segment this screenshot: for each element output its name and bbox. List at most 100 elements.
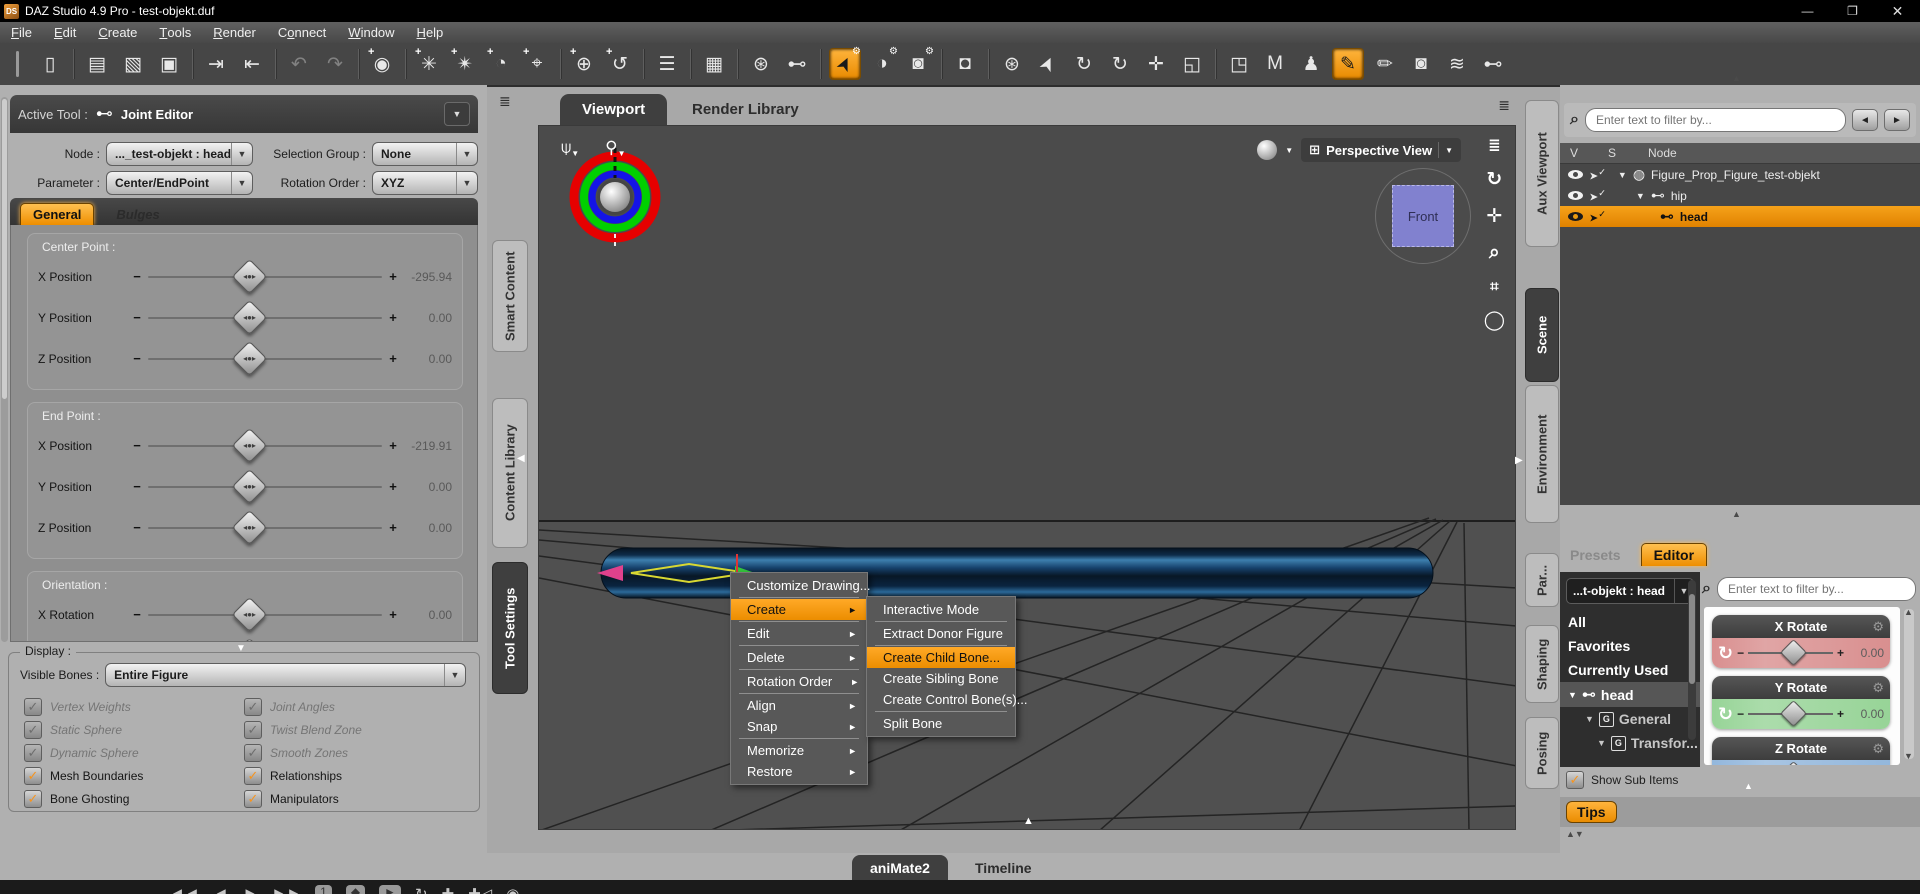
tab-viewport[interactable]: Viewport — [560, 94, 668, 125]
dial-decrement[interactable]: − — [1737, 646, 1744, 660]
left-pane-scrollbar-thumb[interactable] — [2, 99, 7, 399]
geometry-editor-icon[interactable]: ✏ — [1370, 49, 1400, 79]
merge-file-icon[interactable]: ▧ — [118, 49, 148, 79]
menu-file[interactable]: File — [0, 22, 43, 43]
menu-item-memorize[interactable]: Memorize ► — [731, 740, 867, 761]
menu-item-rotation-order[interactable]: Rotation Order ► — [731, 671, 867, 692]
editor-nav-scrollbar[interactable] — [1688, 580, 1696, 740]
menu-window[interactable]: Window — [337, 22, 405, 43]
undo-icon[interactable]: ↶ — [284, 49, 314, 79]
redo-icon[interactable]: ↷ — [320, 49, 350, 79]
filter-back-button[interactable]: ◄ — [1852, 109, 1878, 131]
checkbox-icon[interactable]: ✓ — [24, 789, 42, 808]
dial-handle[interactable] — [1779, 700, 1807, 727]
slider-handle[interactable]: ◂●▸ — [231, 468, 268, 504]
tab-scene[interactable]: Scene — [1525, 288, 1559, 382]
pointer-tool-icon[interactable]: ➤ — [1033, 49, 1063, 79]
pin-icon[interactable]: ⚲▼ — [605, 138, 625, 158]
dial-track[interactable] — [1748, 700, 1833, 727]
dial-increment[interactable]: + — [1837, 707, 1844, 721]
camera-view-dropdown[interactable]: ⊞ Perspective View ▼ — [1301, 138, 1461, 162]
slider-increment[interactable]: + — [386, 351, 400, 366]
scene-node-figure_prop_figure_test-objekt[interactable]: ➤✓ ▼ ◍ Figure_Prop_Figure_test-objekt — [1560, 164, 1920, 185]
editor-nav-transfor[interactable]: ▼ G Transfor... — [1560, 731, 1700, 755]
editor-filter-input[interactable] — [1716, 577, 1916, 601]
figure-setup-icon[interactable]: ♟ — [1296, 49, 1326, 79]
collapse-left-arrow-icon[interactable]: ◀ — [517, 453, 525, 464]
translate-tool-icon[interactable]: ✛ — [1141, 49, 1171, 79]
rotation-order-dropdown[interactable]: XYZ ▼ — [372, 171, 478, 195]
add-audio-icon[interactable]: ✚◁ — [468, 885, 492, 894]
filter-forward-button[interactable]: ► — [1884, 109, 1910, 131]
left-pane-scrollbar[interactable] — [1, 97, 8, 642]
menu-item-interactive-mode[interactable]: Interactive Mode — [867, 599, 1015, 620]
slider-decrement[interactable]: − — [130, 310, 144, 325]
slider-track[interactable]: ◂●▸ — [148, 340, 382, 376]
measure-tool-icon[interactable]: M — [1260, 49, 1290, 79]
menu-tools[interactable]: Tools — [148, 22, 202, 43]
node-selection-tool-icon[interactable]: ➤ ⚙ — [829, 46, 861, 80]
collapse-up-arrow-icon[interactable]: ▲ — [1744, 781, 1753, 791]
menu-item-split-bone[interactable]: Split Bone — [867, 713, 1015, 734]
slider-handle[interactable]: ◂●▸ — [231, 340, 268, 376]
menu-item-delete[interactable]: Delete ► — [731, 647, 867, 668]
pane-options-icon[interactable]: ≣ — [1498, 97, 1510, 114]
menu-help[interactable]: Help — [406, 22, 455, 43]
expand-icon[interactable]: ▼ — [1597, 738, 1606, 748]
tab-posing[interactable]: Posing — [1525, 717, 1559, 789]
frame-icon[interactable]: ⌗ — [1490, 278, 1498, 295]
reset-camera-icon[interactable]: ◯ — [1484, 309, 1505, 332]
import-icon[interactable]: ⇥ — [201, 49, 231, 79]
render-icon[interactable]: ◘ — [950, 49, 980, 79]
step-back-icon[interactable]: ◄ — [214, 885, 229, 894]
visibility-eye-icon[interactable] — [1568, 212, 1583, 221]
pixel-grid-icon[interactable]: ▦ — [699, 49, 729, 79]
viewport-sphere-icon[interactable]: ⊛ — [746, 49, 776, 79]
create-camera-icon[interactable]: ◉ + — [367, 46, 397, 79]
joint-editor-tool-icon[interactable]: ✎ — [1332, 48, 1364, 80]
view-cube-front-face[interactable]: Front — [1392, 185, 1454, 247]
minimize-button[interactable]: — — [1785, 0, 1830, 22]
parameter-dropdown[interactable]: Center/EndPoint ▼ — [106, 171, 253, 195]
checkbox-icon[interactable]: ✓ — [244, 789, 262, 808]
play-icon[interactable]: ► — [243, 885, 258, 894]
slider-track[interactable]: ◂●▸ — [148, 596, 382, 632]
slider-decrement[interactable]: − — [130, 269, 144, 284]
tab-general[interactable]: General — [20, 203, 95, 225]
visibility-eye-icon[interactable] — [1568, 191, 1583, 200]
dial-slider[interactable]: ↻ − +0.00 — [1712, 638, 1890, 668]
expand-icon[interactable]: ▼ — [1636, 191, 1645, 201]
tool-header-menu-button[interactable]: ▼ — [444, 102, 470, 126]
step-forward-icon[interactable]: ►► — [271, 885, 301, 894]
bone-pointer-icon[interactable]: ⊷ — [782, 49, 812, 79]
tab-aux-viewport[interactable]: Aux Viewport — [1525, 100, 1559, 247]
menu-edit[interactable]: Edit — [43, 22, 87, 43]
viewport-3d[interactable]: ⍦▼ ⚲▼ ▼ ⊞ Perspective View ▼ ≣ ↻ ✛ ⌕ ⌗ ◯… — [538, 125, 1516, 830]
slider-decrement[interactable]: − — [130, 520, 144, 535]
expand-icon[interactable]: ▼ — [1568, 690, 1577, 700]
tab-animate2[interactable]: aniMate2 — [852, 855, 948, 880]
menu-item-edit[interactable]: Edit ► — [731, 623, 867, 644]
chevron-down-icon[interactable]: ▼ — [1285, 146, 1293, 155]
selectable-cursor-icon[interactable]: ➤✓ — [1589, 167, 1606, 183]
show-sub-items-row[interactable]: ✓ Show Sub Items — [1560, 767, 1700, 793]
menu-item-snap[interactable]: Snap ► — [731, 716, 867, 737]
create-linear-light-icon[interactable]: ⌖ + — [522, 46, 552, 79]
add-icon[interactable]: ✚ — [442, 885, 455, 894]
checkbox-icon[interactable]: ✓ — [24, 766, 42, 785]
brush-tool-icon[interactable]: ≋ — [1442, 49, 1472, 79]
scale-tool-icon[interactable]: ◱ — [1177, 49, 1207, 79]
slider-track[interactable]: ◂●▸ — [148, 427, 382, 463]
editor-nav-general[interactable]: ▼ G General — [1560, 707, 1700, 731]
tab-smart-content[interactable]: Smart Content — [492, 240, 528, 352]
tab-shaping[interactable]: Shaping — [1525, 625, 1559, 703]
slider-decrement[interactable]: − — [130, 479, 144, 494]
visibility-eye-icon[interactable] — [1568, 170, 1583, 179]
menu-create[interactable]: Create — [87, 22, 148, 43]
node-dropdown[interactable]: ..._test-objekt : head ▼ — [106, 142, 253, 166]
tab-bulges[interactable]: Bulges — [110, 204, 165, 225]
scene-node-head[interactable]: ➤✓ ⊷ head — [1560, 206, 1920, 227]
create-primitive-icon[interactable]: ⊕ + — [569, 46, 599, 79]
slider-handle[interactable]: ◂●▸ — [231, 258, 268, 294]
menu-render[interactable]: Render — [202, 22, 267, 43]
